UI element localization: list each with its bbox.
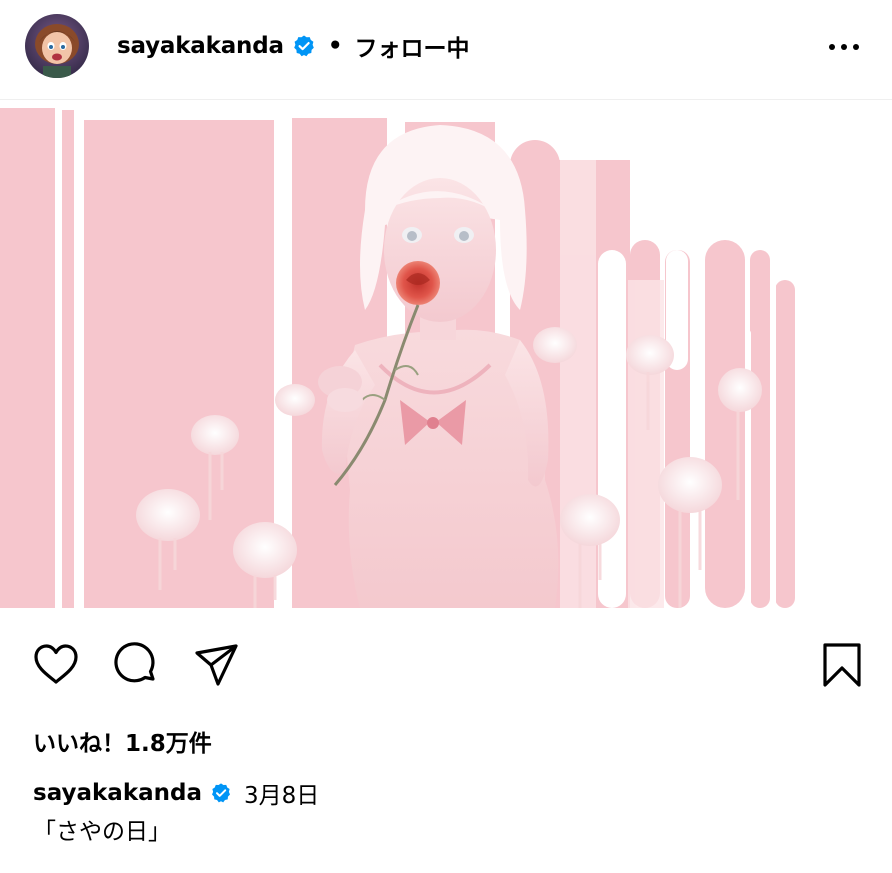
verified-badge-icon — [210, 782, 232, 804]
header-separator: • — [327, 33, 343, 59]
post-header: sayakakanda • フォロー中 — [0, 0, 892, 100]
illustration-pink-flowers-icon — [0, 100, 892, 608]
more-options-button[interactable] — [824, 32, 864, 62]
like-button[interactable] — [31, 640, 81, 690]
caption-header: sayakakanda 3月8日 — [33, 776, 319, 810]
caption-username[interactable]: sayakakanda — [33, 780, 202, 806]
save-button[interactable] — [817, 640, 867, 690]
header-user-row: sayakakanda • フォロー中 — [117, 28, 470, 64]
header-username[interactable]: sayakakanda — [117, 33, 284, 59]
comment-button[interactable] — [111, 640, 161, 690]
heart-icon — [34, 644, 78, 684]
post-date: 3月8日 — [244, 783, 320, 809]
comment-icon — [114, 642, 155, 683]
more-options-icon — [829, 44, 859, 50]
verified-badge-icon — [292, 34, 316, 58]
share-icon — [195, 644, 238, 686]
post-image[interactable] — [0, 100, 892, 608]
post-actions — [0, 640, 892, 696]
caption-text: 「さやの日」 — [33, 819, 171, 845]
avatar[interactable] — [25, 14, 89, 78]
follow-status-button[interactable]: フォロー中 — [355, 29, 470, 63]
share-button[interactable] — [192, 640, 242, 690]
avatar-illustration-icon — [25, 14, 89, 78]
like-count[interactable]: いいね！1.8万件 — [33, 724, 212, 758]
bookmark-icon — [823, 643, 861, 687]
